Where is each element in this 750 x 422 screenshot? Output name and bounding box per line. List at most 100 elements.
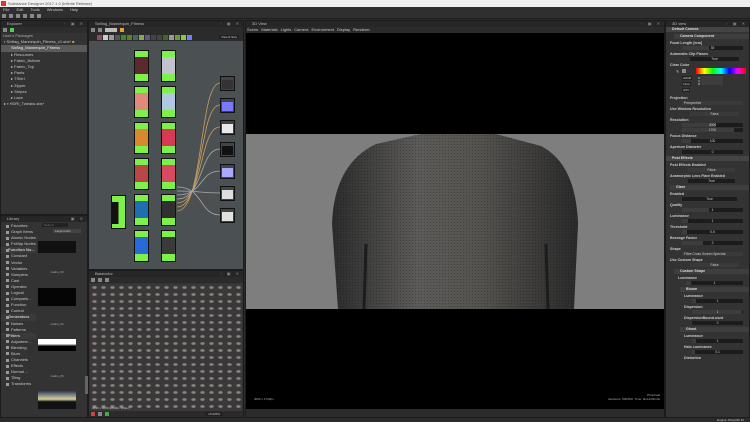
redo-icon[interactable] [37,14,41,18]
mode-float[interactable]: Float [682,82,691,86]
graph-node[interactable] [161,122,176,154]
auto-clip-toggle[interactable]: True [690,57,739,61]
output-node[interactable] [220,76,235,91]
projection-select[interactable]: Perspective [682,101,743,105]
output-node[interactable] [220,208,235,223]
pe-enabled-toggle[interactable]: False [688,168,735,172]
graph-node[interactable] [161,86,176,118]
add-icon[interactable] [10,28,14,32]
3d-menu-item[interactable]: Display [337,27,350,33]
output-thumbnail [222,124,233,133]
package-item[interactable]: ▸ ▪ HDRI_Tweaks.sbs* [1,101,87,107]
category-icon [6,376,9,380]
render-viewport[interactable] [246,134,664,309]
output-node[interactable] [220,142,235,157]
3d-menu-item[interactable]: Lights [281,27,292,33]
ghost-luminance-slider[interactable]: 1 [692,339,743,343]
res-width-slider[interactable]: 4000 [682,123,743,127]
save-icon[interactable] [16,14,20,18]
new-icon[interactable] [3,28,7,32]
save-all-icon[interactable] [23,14,27,18]
cs-luminance-slider[interactable]: 1 [686,281,743,285]
3d-menu-item[interactable]: Materials [261,27,277,33]
graph-node[interactable] [161,194,176,226]
hue-spectrum[interactable] [696,68,746,74]
rgb-sliders[interactable] [701,76,723,85]
output-node[interactable] [220,120,235,135]
graph-node[interactable] [134,230,149,262]
halo-slider[interactable]: 0.1 [692,350,743,354]
2d-toolbar [89,277,243,283]
dispersion-slider[interactable]: 1 [692,310,743,314]
thumb-studio-06[interactable] [38,391,76,409]
panel-controls[interactable]: ▣ ✕ [71,216,85,222]
view-mode-select[interactable]: Large Icons [53,229,81,233]
texture-preview[interactable]: 4096 x 4096 (RGBA, 16bpc) [90,284,242,411]
library-category[interactable]: Transforms [1,381,36,387]
category-icon [6,315,9,319]
tree-item-label: Fabric_Bottom [14,57,41,63]
panel-controls[interactable]: ▫ ▣ ✕ [220,271,241,277]
library-search-input[interactable]: Search [42,223,68,227]
thumb-studio-05[interactable] [38,339,76,351]
cs-luminance-label: Luminance [678,276,697,280]
input-node[interactable] [111,195,126,229]
graph-node[interactable] [161,158,176,190]
quality-slider[interactable]: 4 [682,208,743,212]
graph-node[interactable] [161,230,176,262]
thumb-studio-04[interactable] [38,288,76,306]
threshold-slider[interactable]: 0.6 [682,230,743,234]
luminance-slider[interactable]: 1 [682,219,743,223]
3d-menu-item[interactable]: Renderer [353,27,370,33]
mode-hsv[interactable]: HSV [682,88,691,92]
window-title: Substance Designer 2017.1.0 (Infinite Re… [8,1,93,6]
dispersion-bound-slider[interactable]: 0 [692,321,743,325]
graph-node[interactable] [134,86,149,118]
shape-select[interactable]: Fibre Cross Screen Spectral [682,252,743,256]
graph-node[interactable] [161,50,176,82]
thumb-label: studio_04 [50,322,64,326]
graph-node[interactable] [134,158,149,190]
channel-icon[interactable] [98,412,102,416]
panel-controls[interactable]: ▫ ▣ ✕ [64,21,85,27]
thumb-studio-02[interactable] [38,241,76,253]
custom-shape-toggle[interactable]: False [690,263,739,267]
2d-tool-icon[interactable] [98,278,102,282]
2d-tool-icon[interactable] [91,278,95,282]
3d-menu-item[interactable]: Camera [294,27,308,33]
dispersion-label: Dispersion [684,305,703,309]
3d-menu-item[interactable]: Environment [312,27,334,33]
node-thumbnail [162,165,175,182]
3d-menu-item[interactable]: Scene [247,27,258,33]
output-node[interactable] [220,98,235,113]
glare-enabled-toggle[interactable]: True [682,197,737,201]
open-icon[interactable] [9,14,13,18]
mode-srgb[interactable]: sRGB [682,76,693,80]
output-node[interactable] [220,164,235,179]
focus-slider[interactable]: 100 [682,139,743,143]
anamorphic-toggle[interactable]: True [688,179,735,183]
graph-node[interactable] [134,194,149,226]
eyedropper-icon[interactable]: ✎ [676,69,679,74]
res-height-slider[interactable]: 1700 [682,128,743,132]
graph-node[interactable] [134,50,149,82]
panel-controls[interactable]: ▫ ▣ ✕ [641,21,662,27]
bound-slider[interactable]: 2 [682,241,743,245]
output-node[interactable] [220,186,235,201]
color-swatch[interactable] [682,69,686,73]
2d-tool-icon[interactable] [105,278,109,282]
new-package-icon[interactable] [2,14,6,18]
category-label: Channels [11,357,28,363]
graph-node[interactable] [134,122,149,154]
focal-length-slider[interactable]: 35 [682,46,743,50]
aperture-slider[interactable]: 0 [682,150,743,154]
section-default-camera[interactable]: Default Camera [666,27,749,32]
tree-item-label: Fabric_Top [14,64,34,70]
use-window-res-toggle[interactable]: False [690,112,739,116]
zoom-level[interactable]: 15.625% [205,412,223,416]
rgba-icon[interactable] [91,412,95,416]
panel-controls[interactable]: ▫ ▣ ✕ [726,21,747,27]
undo-icon[interactable] [30,14,34,18]
bloom-luminance-slider[interactable]: 1 [692,299,743,303]
tile-icon[interactable] [105,412,109,416]
